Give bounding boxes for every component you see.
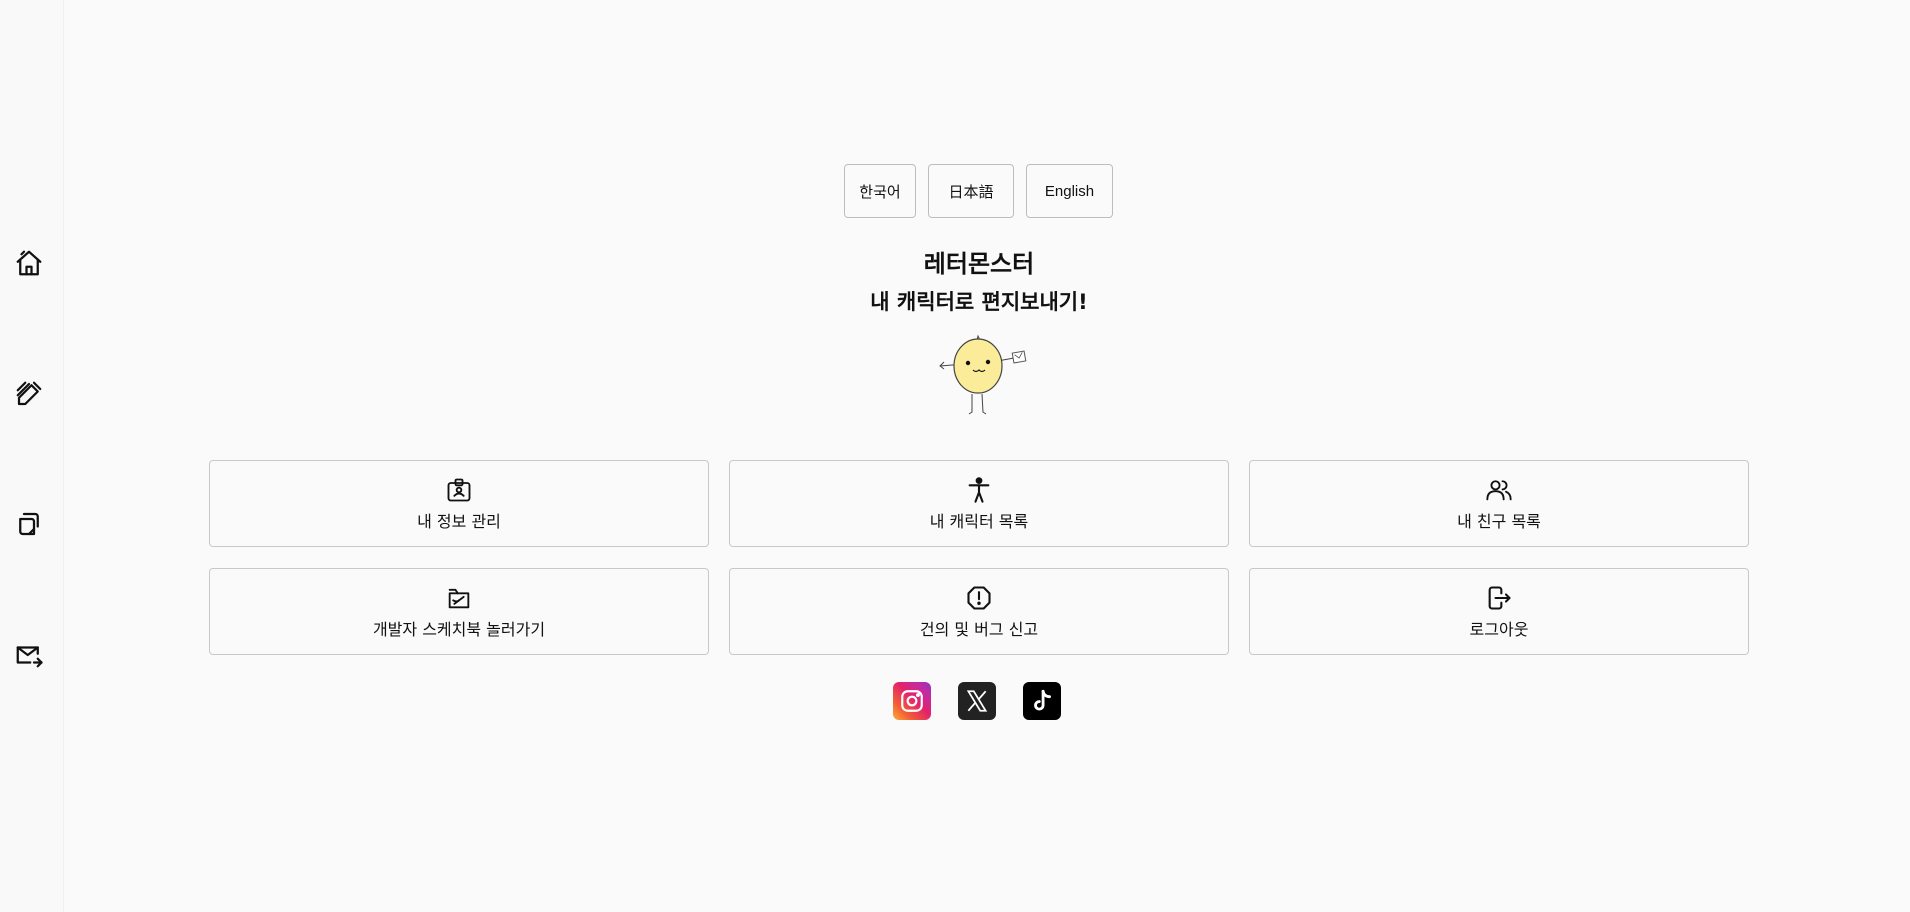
tiktok-link[interactable] xyxy=(1023,682,1061,720)
page-subtitle: 내 캐릭터로 편지보내기! xyxy=(870,290,1088,314)
copy-nav-button[interactable] xyxy=(10,505,48,543)
write-nav-button[interactable] xyxy=(10,375,48,413)
alert-icon xyxy=(967,585,991,610)
feedback-bug-report-button[interactable]: 건의 및 버그 신고 xyxy=(729,568,1229,655)
main-content: 한국어 日本語 English 레터몬스터 내 캐릭터로 편지보내기! 내 정보… xyxy=(64,0,1910,912)
users-icon xyxy=(1486,479,1512,500)
developer-sketchbook-button[interactable]: 개발자 스케치북 놀러가기 xyxy=(209,568,709,655)
my-info-button[interactable]: 내 정보 관리 xyxy=(209,460,709,547)
home-nav-button[interactable] xyxy=(10,244,48,282)
instagram-icon xyxy=(901,690,923,712)
language-korean-button[interactable]: 한국어 xyxy=(844,164,916,218)
tiktok-icon xyxy=(1034,689,1051,711)
menu-label: 개발자 스케치북 놀러가기 xyxy=(372,619,546,639)
write-icon xyxy=(16,381,42,406)
menu-label: 로그아웃 xyxy=(1469,619,1529,639)
copy-icon xyxy=(19,512,39,536)
instagram-link[interactable] xyxy=(893,682,931,720)
x-icon xyxy=(966,690,988,712)
sketchbook-icon xyxy=(448,588,470,608)
menu-label: 내 정보 관리 xyxy=(417,511,501,531)
home-icon xyxy=(16,250,42,276)
id-card-icon xyxy=(447,478,471,501)
logout-icon xyxy=(1488,585,1511,610)
language-english-button[interactable]: English xyxy=(1026,164,1113,218)
my-characters-button[interactable]: 내 캐릭터 목록 xyxy=(729,460,1229,547)
mail-nav-button[interactable] xyxy=(10,636,48,674)
menu-label: 내 친구 목록 xyxy=(1457,511,1541,531)
menu-label: 건의 및 버그 신고 xyxy=(919,619,1039,639)
x-link[interactable] xyxy=(958,682,996,720)
sidebar xyxy=(0,0,64,912)
page-title: 레터몬스터 xyxy=(923,250,1035,278)
menu-grid: 내 정보 관리 내 캐릭터 목록 내 친구 목록 개발자 스케치북 놀러가기 건… xyxy=(209,460,1749,655)
mascot-image xyxy=(939,334,1027,415)
social-links xyxy=(893,682,1061,720)
person-icon xyxy=(968,476,990,503)
menu-label: 내 캐릭터 목록 xyxy=(929,511,1029,531)
my-friends-button[interactable]: 내 친구 목록 xyxy=(1249,460,1749,547)
language-selector: 한국어 日本語 English xyxy=(844,164,1113,218)
mail-send-icon xyxy=(16,646,43,668)
logout-button[interactable]: 로그아웃 xyxy=(1249,568,1749,655)
language-japanese-button[interactable]: 日本語 xyxy=(928,164,1014,218)
